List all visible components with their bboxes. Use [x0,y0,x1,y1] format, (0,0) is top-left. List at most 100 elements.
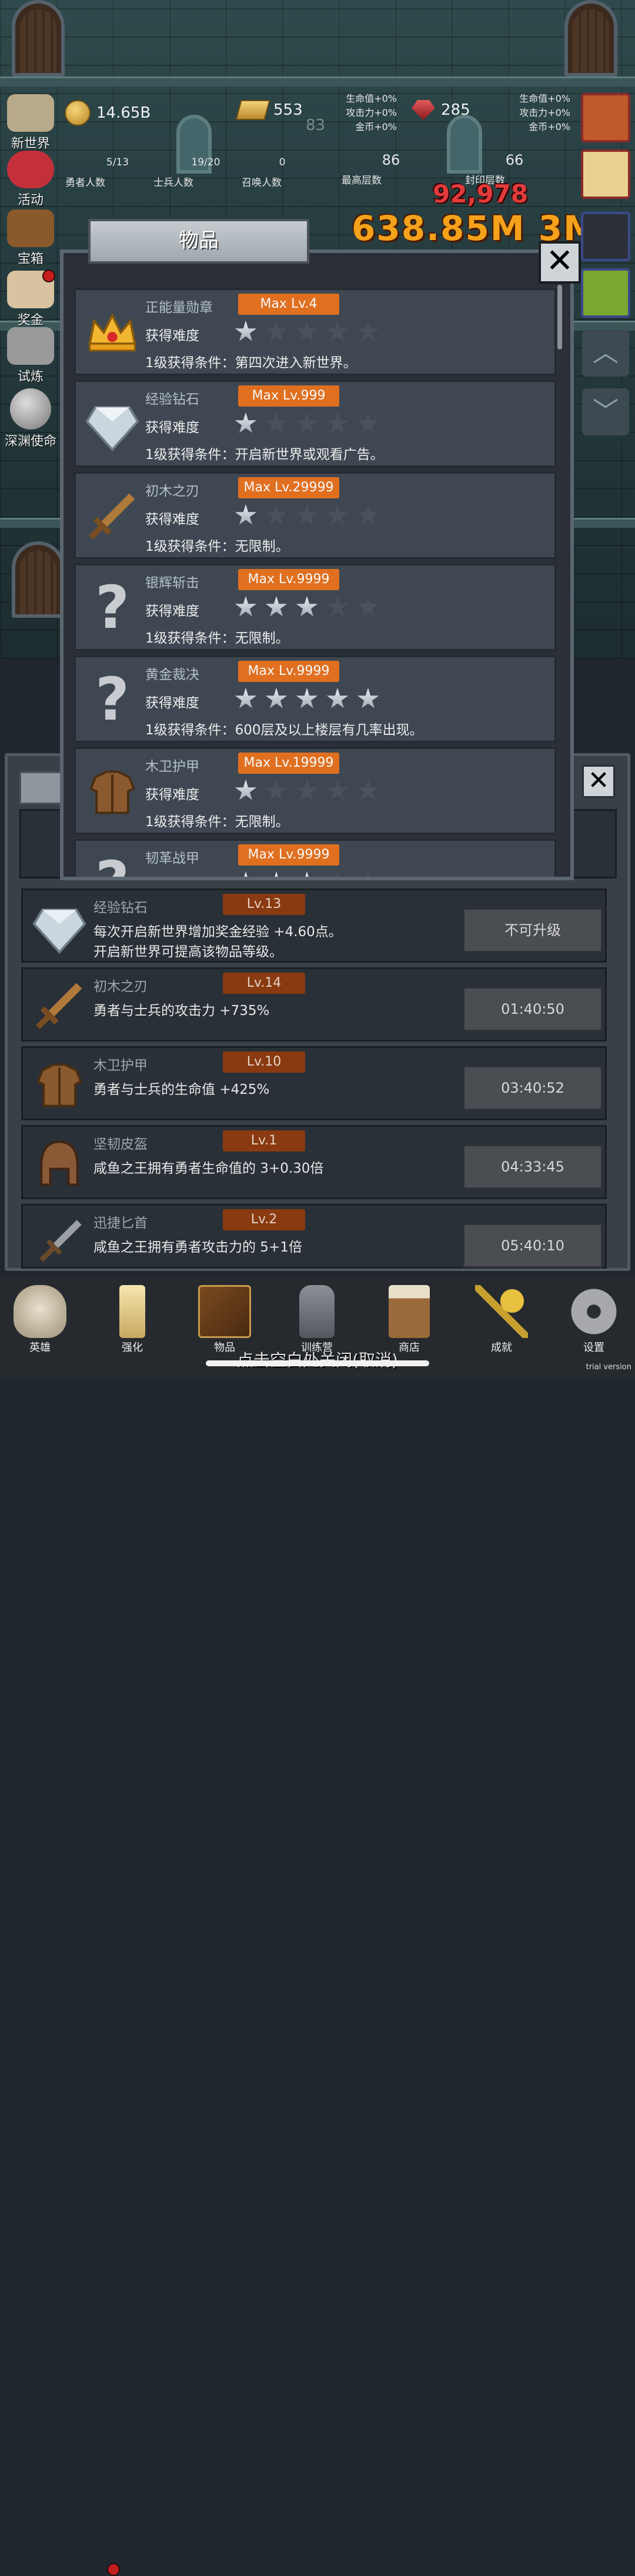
upgrade-timer-button[interactable]: 01:40:50 [463,987,603,1031]
item-card[interactable]: ? 银辉斩击 Max Lv.9999 获得难度 1级获得条件：无限制。 [74,564,556,651]
candle-icon[interactable] [581,149,630,199]
star-icon [265,688,288,708]
star-icon [235,504,257,525]
nav-training[interactable]: 训练营 [282,1285,352,1354]
star-icon [357,688,379,708]
star-icon [235,321,257,341]
nav-shop[interactable]: 商店 [374,1285,444,1354]
close-hint[interactable]: 点击空白处关闭(取消) [0,1347,635,1371]
summon-count: 0 [279,157,286,168]
notification-dot [42,269,55,282]
soldier-label: 士兵人数 [153,177,193,189]
owned-row: 初木之刃 Lv.14 勇者与士兵的攻击力 +735% 01:40:50 [21,967,607,1041]
item-card[interactable]: 初木之刃 Max Lv.29999 获得难度 1级获得条件：无限制。 [74,472,556,559]
star-icon [235,596,257,617]
wooden-sword-icon [89,493,135,540]
star-icon [296,504,318,525]
nav-upgrade[interactable]: 强化 [97,1285,168,1354]
star-icon [265,871,288,877]
nav-hero[interactable]: 英雄 [5,1285,75,1354]
soldier-count: 19/20 [191,157,220,168]
bars-stat: 553 [235,100,303,120]
upgrade-button[interactable]: 不可升级 [463,908,603,953]
scroll-up-button[interactable]: ︿ [582,330,629,377]
scroll-icon[interactable] [581,212,630,261]
gems-stat: 285 [412,100,470,120]
hero-count: 5/13 [106,157,129,168]
door [12,541,65,618]
nav-items[interactable]: 物品 [189,1285,260,1354]
modal-close-button[interactable]: ✕ [539,241,581,284]
wooden-sword-icon [36,983,82,1029]
upgrade-timer-button[interactable]: 03:40:52 [463,1066,603,1110]
gear-icon [567,1285,620,1338]
summon-label: 召唤人数 [242,177,282,189]
crown-icon [88,312,136,352]
upgrade-timer-button[interactable]: 05:40:10 [463,1223,603,1268]
owned-row: 迅捷匕首 Lv.2 咸鱼之王拥有勇者攻击力的 5+1倍 05:40:10 [21,1204,607,1269]
star-icon [265,412,288,433]
item-card[interactable]: ? 韧革战甲 Max Lv.9999 获得难度 [74,839,556,877]
star-icon [296,871,318,877]
difficulty-stars [235,871,379,877]
gems-value: 285 [441,101,470,119]
star-icon [357,871,379,877]
trial-label: trial version [586,1363,631,1372]
floor-divider [0,76,635,86]
key-icon [475,1285,528,1338]
upgrade-timer-button[interactable]: 04:33:45 [463,1144,603,1189]
star-icon [326,321,349,341]
lantern-icon [299,1285,335,1338]
star-icon [296,780,318,800]
star-icon [357,596,379,617]
onion-icon[interactable] [581,93,630,142]
skull-icon [14,1285,66,1338]
star-icon [326,871,349,877]
unknown-icon: ? [95,665,129,734]
hero-label: 勇者人数 [65,177,105,189]
buffs-right: 生命值+0% 攻击力+0% 金币+0% [519,93,570,132]
buffs-left: 生命值+0% 攻击力+0% 金币+0% [346,93,397,132]
star-icon [296,688,318,708]
home-indicator[interactable] [206,1360,429,1366]
damage-red: 92,978 [433,179,529,208]
nav-settings[interactable]: 设置 [559,1285,629,1354]
item-card[interactable]: 经验钻石 Max Lv.999 获得难度 1级获得条件：开启新世界或观看广告。 [74,380,556,467]
gold-value: 14.65B [96,104,151,122]
max-floor-value: 86 [382,152,400,168]
candle-icon [119,1285,145,1338]
nav-achievement[interactable]: 成就 [466,1285,537,1354]
difficulty-stars [235,688,379,710]
ruby-icon [412,100,435,120]
difficulty-stars [235,504,379,527]
owned-close-button[interactable]: ✕ [582,765,615,798]
difficulty-stars [235,596,379,618]
menu-abyss[interactable]: 深渊使命 [2,388,59,450]
chest-icon [7,209,54,247]
map-icon [7,94,54,132]
menu-new-world[interactable]: 新世界 [2,94,59,152]
seal-floor-value: 66 [505,152,524,168]
menu-trial[interactable]: 试炼 [2,327,59,385]
star-icon [265,504,288,525]
star-icon [235,871,257,877]
difficulty-stars [235,780,379,802]
unknown-icon: ? [95,573,129,642]
star-icon [265,596,288,617]
star-icon [296,596,318,617]
wooden-armor-icon [36,1063,82,1107]
menu-chest[interactable]: 宝箱 [2,209,59,267]
beer-mug-icon [389,1285,430,1338]
star-icon [235,780,257,800]
item-card[interactable]: 木卫护甲 Max Lv.19999 获得难度 1级获得条件：无限制。 [74,747,556,834]
window [447,115,482,174]
door [564,0,617,76]
scroll-down-button[interactable]: ﹀ [582,388,629,435]
menu-event[interactable]: 活动 [2,151,59,208]
item-card[interactable]: ? 黄金裁决 Max Lv.9999 获得难度 1级获得条件：600层及以上楼层… [74,655,556,743]
difficulty-stars [235,412,379,435]
gold-stat: 14.65B [65,100,151,126]
modal-scrollbar[interactable] [557,285,562,350]
slime-icon[interactable] [581,268,630,318]
item-card[interactable]: 正能量勋章 Max Lv.4 获得难度 1级获得条件：第四次进入新世界。 [74,288,556,375]
